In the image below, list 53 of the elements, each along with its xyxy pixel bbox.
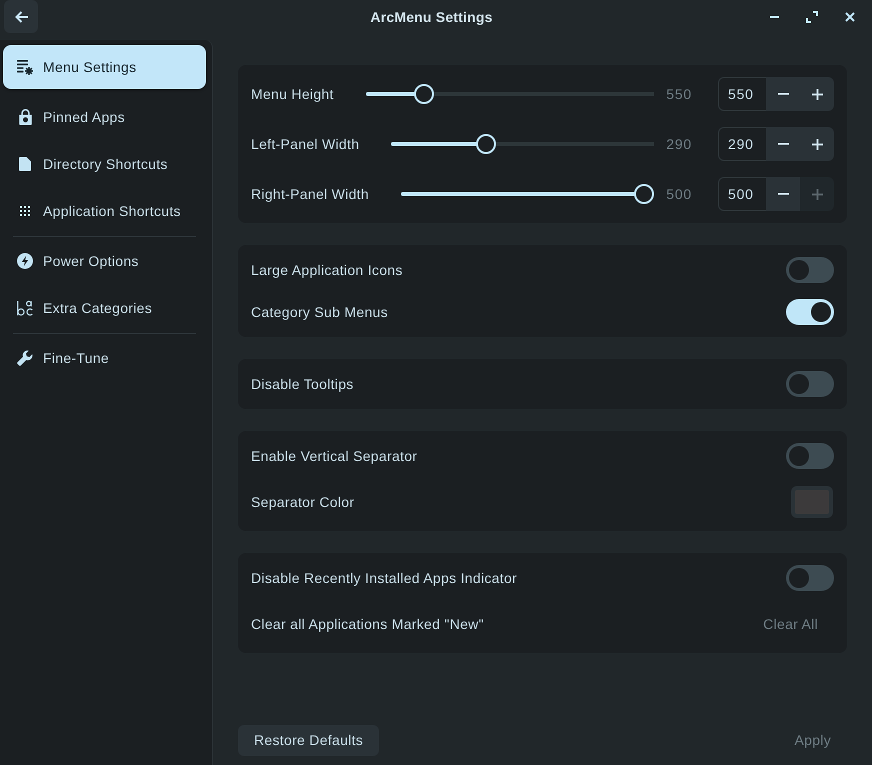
number-field[interactable]: 500 — [718, 177, 766, 211]
minus-icon — [778, 193, 788, 195]
window-title: ArcMenu Settings — [370, 8, 493, 24]
increase-button[interactable] — [800, 127, 834, 161]
grid-icon — [20, 206, 30, 216]
setting-label: Separator Color — [251, 494, 354, 510]
toggle-switch[interactable] — [786, 371, 834, 397]
slider-value: 550 — [666, 86, 692, 102]
toggle-switch[interactable] — [786, 299, 834, 325]
back-button[interactable] — [4, 0, 38, 33]
slider-value: 290 — [666, 136, 692, 152]
sidebar-item[interactable]: Fine-Tune — [3, 336, 206, 380]
wrench-icon — [17, 350, 33, 366]
number-field[interactable]: 290 — [718, 127, 766, 161]
setting-label: Large Application Icons — [251, 262, 403, 278]
sidebar-item[interactable]: Directory Shortcuts — [3, 142, 206, 186]
setting-label: Left-Panel Width — [251, 136, 360, 152]
close-icon — [845, 12, 855, 22]
minus-icon — [778, 93, 788, 95]
slider-value: 500 — [666, 186, 692, 202]
setting-label: Category Sub Menus — [251, 304, 388, 320]
sidebar-item[interactable]: Pinned Apps — [3, 95, 206, 139]
increase-button[interactable] — [800, 77, 834, 111]
setting-label: Right-Panel Width — [251, 186, 369, 202]
sidebar-item[interactable]: Power Options — [3, 239, 206, 283]
bolt-icon — [17, 253, 33, 269]
arrow-left-icon — [14, 10, 28, 22]
plus-icon — [812, 138, 822, 150]
toggle-switch[interactable] — [786, 257, 834, 283]
list-gear-icon — [17, 60, 33, 74]
toggle-switch[interactable] — [786, 565, 834, 591]
setting-label: Disable Recently Installed Apps Indicator — [251, 570, 517, 586]
plus-icon — [812, 188, 822, 200]
setting-label: Clear all Applications Marked "New" — [251, 616, 484, 632]
slider-thumb[interactable] — [634, 184, 654, 204]
minimize-icon — [770, 16, 778, 18]
sidebar-item[interactable]: Extra Categories — [3, 286, 206, 330]
padlock-icon — [18, 109, 32, 125]
document-icon — [19, 157, 31, 171]
sidebar-item[interactable]: Application Shortcuts — [3, 189, 206, 233]
setting-label: Disable Tooltips — [251, 376, 354, 392]
maximize-icon — [806, 10, 818, 22]
number-field[interactable]: 550 — [718, 77, 766, 111]
sidebar-item[interactable]: Menu Settings — [3, 45, 206, 89]
restore-defaults-button[interactable]: Restore Defaults — [238, 724, 380, 756]
plus-icon — [812, 88, 822, 100]
letters-icon — [17, 300, 33, 316]
setting-label: Menu Height — [251, 86, 334, 102]
minus-icon — [778, 143, 788, 145]
slider-thumb[interactable] — [476, 134, 496, 154]
setting-label: Enable Vertical Separator — [251, 448, 418, 464]
slider-thumb[interactable] — [414, 84, 434, 104]
toggle-switch[interactable] — [786, 443, 834, 469]
